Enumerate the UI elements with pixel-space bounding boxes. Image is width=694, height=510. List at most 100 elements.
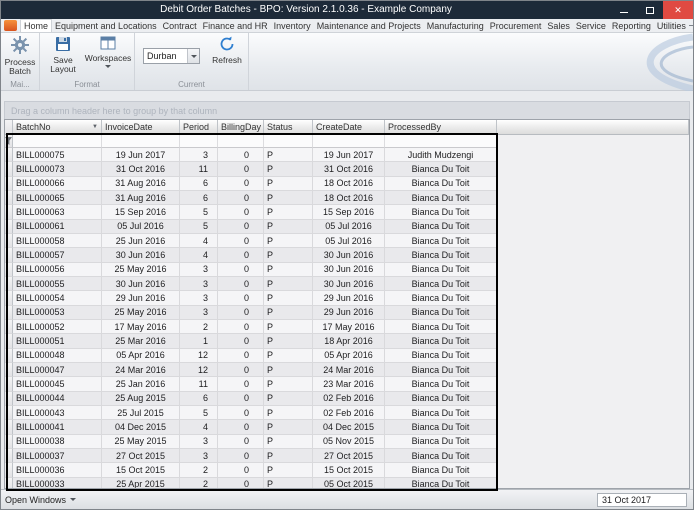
tab-maintenance-and-projects[interactable]: Maintenance and Projects [314, 19, 424, 32]
table-row[interactable]: BILL00004325 Jul 201550P02 Feb 2016Bianc… [5, 406, 497, 420]
table-row[interactable]: BILL00003325 Apr 201520P05 Oct 2015Bianc… [5, 478, 497, 489]
table-row[interactable]: BILL00004805 Apr 2016120P05 Apr 2016Bian… [5, 349, 497, 363]
tab-reporting[interactable]: Reporting [609, 19, 654, 32]
status-date-field[interactable]: 31 Oct 2017 [597, 493, 687, 507]
save-layout-button[interactable]: Save Layout [42, 34, 84, 74]
grid-cell: BILL000058 [13, 234, 102, 248]
grid-cell: P [264, 177, 313, 191]
tab-procurement[interactable]: Procurement [487, 19, 545, 32]
grid-cell: BILL000047 [13, 363, 102, 377]
grid-cell: BILL000056 [13, 263, 102, 277]
tab-equipment-and-locations[interactable]: Equipment and Locations [52, 19, 160, 32]
ribbon-minimize-icon[interactable] [689, 25, 693, 26]
ribbon-group-format: Save Layout Workspaces Format [40, 33, 135, 90]
filter-row[interactable] [5, 135, 497, 148]
grid-cell: 0 [218, 306, 264, 320]
tab-contract[interactable]: Contract [160, 19, 200, 32]
table-row[interactable]: BILL00005325 May 201630P29 Jun 2016Bianc… [5, 306, 497, 320]
column-header-label: Status [267, 122, 293, 132]
table-row[interactable]: BILL00006531 Aug 201660P18 Oct 2016Bianc… [5, 191, 497, 205]
table-row[interactable]: BILL00004425 Aug 201560P02 Feb 2016Bianc… [5, 392, 497, 406]
filter-cell-createdate[interactable] [313, 135, 385, 148]
grid-cell: Bianca Du Toit [385, 363, 497, 377]
group-by-bar[interactable]: Drag a column header here to group by th… [4, 101, 690, 119]
grid-cell: Bianca Du Toit [385, 277, 497, 291]
table-row[interactable]: BILL00005625 May 201630P30 Jun 2016Bianc… [5, 263, 497, 277]
grid-cell: 18 Apr 2016 [313, 334, 385, 348]
grid-cell: 05 Nov 2015 [313, 435, 385, 449]
grid-cell: P [264, 463, 313, 477]
grid-cell: P [264, 420, 313, 434]
tab-service[interactable]: Service [573, 19, 609, 32]
table-row[interactable]: BILL00006315 Sep 201650P15 Sep 2016Bianc… [5, 205, 497, 219]
grid-cell: 0 [218, 420, 264, 434]
filter-cell-period[interactable] [180, 135, 218, 148]
column-header-invoicedate[interactable]: InvoiceDate [102, 120, 180, 135]
column-header-createdate[interactable]: CreateDate [313, 120, 385, 135]
site-combo[interactable]: Durban [143, 48, 200, 64]
app-icon[interactable] [4, 20, 17, 31]
column-header-period[interactable]: Period [180, 120, 218, 135]
grid-cell: 15 Sep 2016 [102, 205, 180, 219]
table-row[interactable]: BILL00004724 Mar 2016120P24 Mar 2016Bian… [5, 363, 497, 377]
process-batch-button[interactable]: Process Batch [3, 34, 37, 76]
grid-panel: Drag a column header here to group by th… [4, 91, 690, 489]
table-row[interactable]: BILL00005825 Jun 201640P05 Jul 2016Bianc… [5, 234, 497, 248]
minimize-button[interactable] [611, 1, 637, 19]
grid-cell: 3 [180, 435, 218, 449]
filter-cell-invoicedate[interactable] [102, 135, 180, 148]
filter-cell-billingday[interactable] [218, 135, 264, 148]
filter-cell-batchno[interactable] [13, 135, 102, 148]
workspaces-dropdown-icon [105, 65, 111, 68]
table-row[interactable]: BILL00004104 Dec 201540P04 Dec 2015Bianc… [5, 420, 497, 434]
grid-body: BILL00007519 Jun 201730P19 Jun 2017Judit… [5, 148, 689, 489]
table-row[interactable]: BILL00007331 Oct 2016110P31 Oct 2016Bian… [5, 162, 497, 176]
table-row[interactable]: BILL00003615 Oct 201520P15 Oct 2015Bianc… [5, 463, 497, 477]
tab-inventory[interactable]: Inventory [271, 19, 314, 32]
workspaces-button[interactable]: Workspaces [84, 34, 132, 68]
table-row[interactable]: BILL00003825 May 201530P05 Nov 2015Bianc… [5, 435, 497, 449]
close-button[interactable]: ✕ [663, 1, 693, 19]
tab-finance-and-hr[interactable]: Finance and HR [200, 19, 271, 32]
filter-cell-processedby[interactable] [385, 135, 497, 148]
grid-cell: 0 [218, 248, 264, 262]
tab-sales[interactable]: Sales [544, 19, 573, 32]
row-indicator [5, 220, 13, 234]
table-row[interactable]: BILL00003727 Oct 201530P27 Oct 2015Bianc… [5, 449, 497, 463]
table-row[interactable]: BILL00006105 Jul 201650P05 Jul 2016Bianc… [5, 220, 497, 234]
grid-cell: 30 Jun 2016 [313, 277, 385, 291]
table-row[interactable]: BILL00005429 Jun 201630P29 Jun 2016Bianc… [5, 291, 497, 305]
refresh-button[interactable]: Refresh [208, 34, 246, 65]
filter-cell-status[interactable] [264, 135, 313, 148]
row-indicator [5, 148, 13, 162]
tab-utilities[interactable]: Utilities [654, 19, 689, 32]
table-row[interactable]: BILL00005730 Jun 201640P30 Jun 2016Bianc… [5, 248, 497, 262]
column-header-billingday[interactable]: BillingDay [218, 120, 264, 135]
open-windows-button[interactable]: Open Windows [5, 495, 76, 505]
grid-cell: 29 Jun 2016 [102, 291, 180, 305]
grid-cell: 24 Mar 2016 [102, 363, 180, 377]
table-row[interactable]: BILL00005530 Jun 201630P30 Jun 2016Bianc… [5, 277, 497, 291]
tab-home[interactable]: Home [20, 19, 52, 32]
table-row[interactable]: BILL00005125 Mar 201610P18 Apr 2016Bianc… [5, 334, 497, 348]
row-indicator [5, 420, 13, 434]
column-header-label: BillingDay [221, 122, 261, 132]
grid-cell: P [264, 377, 313, 391]
table-row[interactable]: BILL00004525 Jan 2016110P23 Mar 2016Bian… [5, 377, 497, 391]
table-row[interactable]: BILL00005217 May 201620P17 May 2016Bianc… [5, 320, 497, 334]
grid-cell: 2 [180, 478, 218, 489]
table-row[interactable]: BILL00006631 Aug 201660P18 Oct 2016Bianc… [5, 177, 497, 191]
maximize-button[interactable] [637, 1, 663, 19]
column-header-status[interactable]: Status [264, 120, 313, 135]
site-combo-dropdown[interactable] [187, 49, 199, 63]
column-header-batchno[interactable]: BatchNo▼ [13, 120, 102, 135]
grid-cell: P [264, 334, 313, 348]
grid-cell: BILL000033 [13, 478, 102, 489]
refresh-icon [219, 36, 235, 54]
tab-manufacturing[interactable]: Manufacturing [424, 19, 487, 32]
row-indicator [5, 291, 13, 305]
ribbon-group-batch: Process Batch Mai... [1, 33, 40, 90]
column-header-processedby[interactable]: ProcessedBy [385, 120, 497, 135]
table-row[interactable]: BILL00007519 Jun 201730P19 Jun 2017Judit… [5, 148, 497, 162]
grid-cell: 31 Oct 2016 [313, 162, 385, 176]
